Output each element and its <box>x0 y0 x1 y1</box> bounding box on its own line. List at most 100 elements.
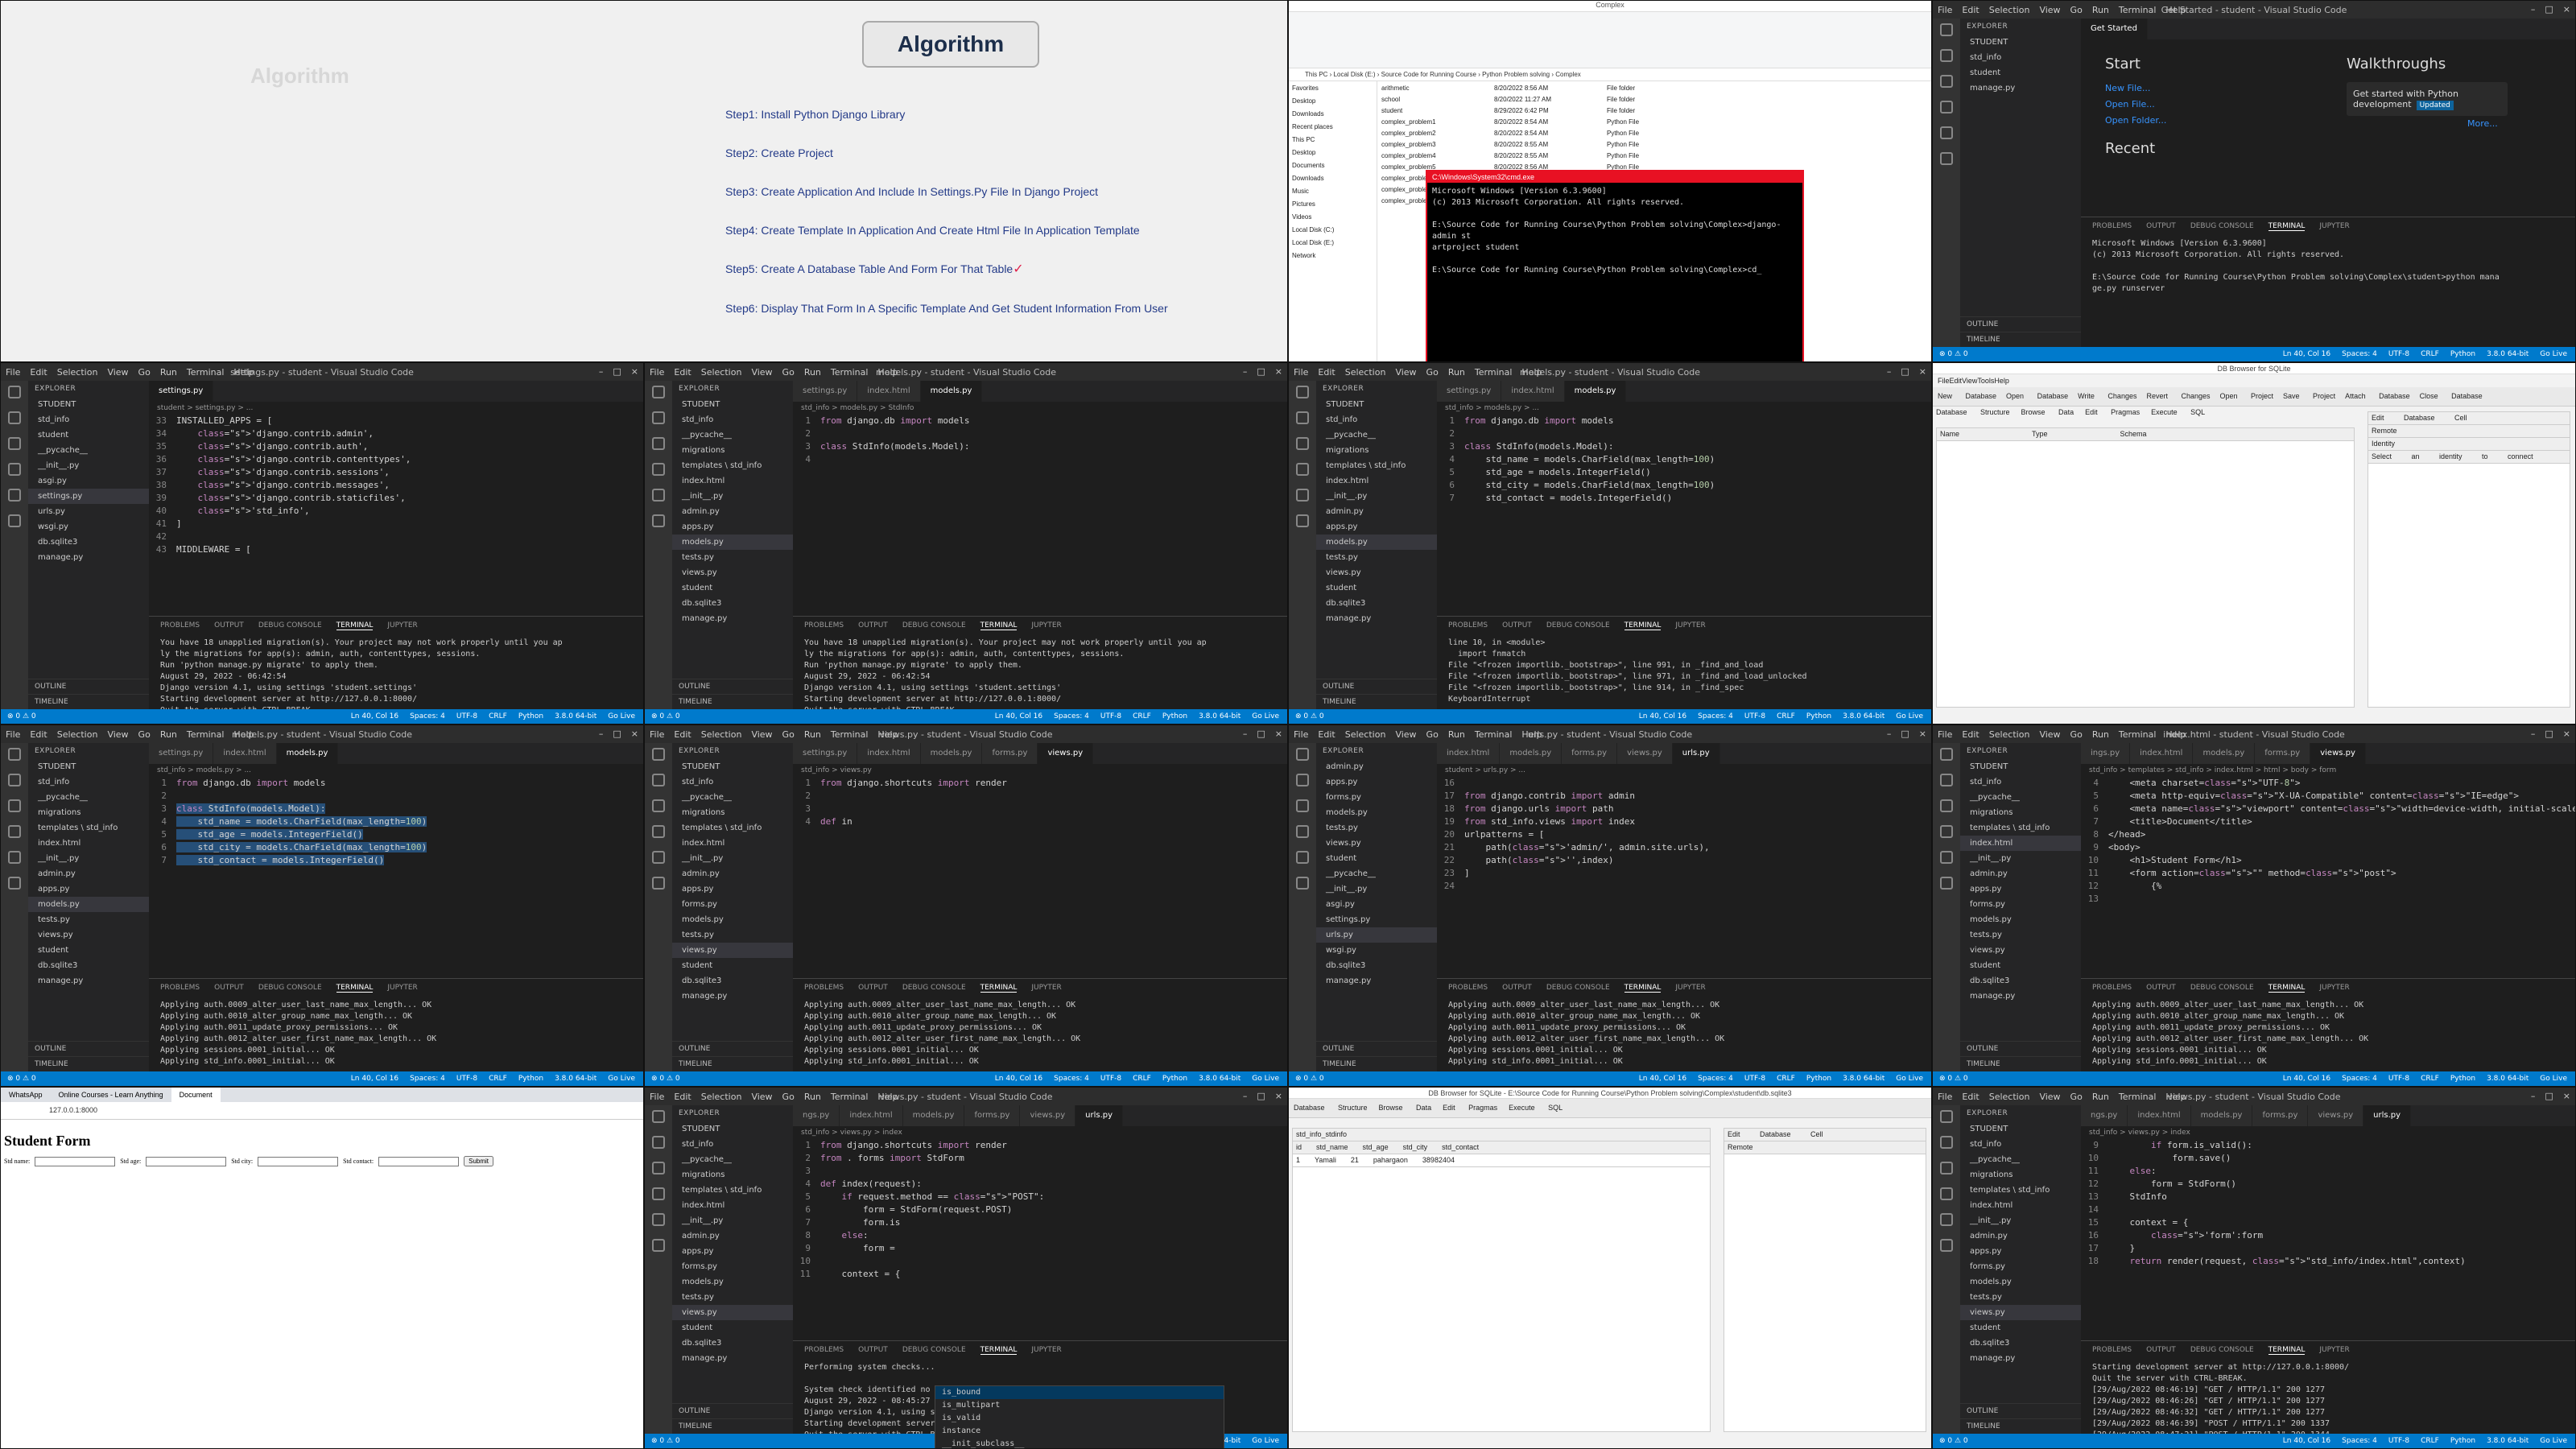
nav-item[interactable]: Desktop <box>1292 149 1373 162</box>
editor-tab[interactable]: forms.py <box>1562 743 1618 764</box>
status-item[interactable]: 3.8.0 64-bit <box>2487 350 2529 358</box>
tree-item[interactable]: urls.py <box>28 504 149 519</box>
maximize-icon[interactable]: □ <box>2545 1091 2553 1101</box>
files-icon[interactable] <box>652 386 665 398</box>
tree-item[interactable]: manage.py <box>672 989 793 1004</box>
status-item[interactable]: Go Live <box>1252 1075 1279 1083</box>
search-icon[interactable] <box>1940 49 1953 62</box>
search-icon[interactable] <box>8 774 21 786</box>
db-menu-item[interactable]: Tools <box>1977 377 1994 385</box>
file-row[interactable]: complex_problem3 8/20/2022 8:55 AM Python … <box>1381 141 1655 152</box>
status-item[interactable]: Ln 40, Col 16 <box>995 1075 1042 1083</box>
editor-tab[interactable]: ings.py <box>2081 743 2131 764</box>
status-item[interactable]: Go Live <box>608 1075 635 1083</box>
status-item[interactable]: 3.8.0 64-bit <box>1199 712 1241 720</box>
panel-tab[interactable]: OUTPUT <box>1502 621 1532 630</box>
status-item[interactable]: Go Live <box>1896 1075 1923 1083</box>
minimize-icon[interactable]: – <box>599 729 604 739</box>
tree-item[interactable]: models.py <box>28 897 149 912</box>
tree-item[interactable]: wsgi.py <box>1316 943 1437 958</box>
maximize-icon[interactable]: □ <box>1901 729 1909 739</box>
menu-item[interactable]: Selection <box>1345 367 1386 378</box>
status-problems[interactable]: ⊗ 0 ⚠ 0 <box>651 1437 680 1445</box>
menu-item[interactable]: View <box>2039 729 2060 740</box>
browser-tab[interactable]: WhatsApp <box>1 1088 51 1102</box>
panel-tab[interactable]: DEBUG CONSOLE <box>1546 621 1610 630</box>
menu-item[interactable]: Edit <box>1962 1092 1979 1102</box>
panel-tab[interactable]: TERMINAL <box>980 1346 1018 1355</box>
maximize-icon[interactable]: □ <box>2545 729 2553 739</box>
tree-item[interactable]: settings.py <box>1316 912 1437 927</box>
editor-tab[interactable]: settings.py <box>149 743 214 764</box>
menu-item[interactable]: Go <box>782 729 795 740</box>
db2-cell[interactable]: pahargaon <box>1373 1156 1408 1164</box>
menu-item[interactable]: File <box>1938 1092 1952 1102</box>
extensions-icon[interactable] <box>1940 126 1953 139</box>
status-item[interactable]: Ln 40, Col 16 <box>1639 1075 1686 1083</box>
tree-item[interactable]: views.py <box>1316 836 1437 851</box>
menu-item[interactable]: Terminal <box>187 367 225 378</box>
menu-item[interactable]: Selection <box>1989 729 2030 740</box>
editor-tab[interactable]: index.html <box>857 743 921 764</box>
status-item[interactable]: Spaces: 4 <box>1054 712 1089 720</box>
timeline-section[interactable]: TIMELINE <box>1316 694 1437 709</box>
tree-item[interactable]: tests.py <box>672 550 793 565</box>
panel-tab[interactable]: PROBLEMS <box>2092 222 2132 230</box>
files-icon[interactable] <box>8 748 21 761</box>
editor-tab[interactable]: ngs.py <box>793 1105 840 1126</box>
source-control-icon[interactable] <box>1296 437 1309 450</box>
tree-item[interactable]: tests.py <box>672 1290 793 1305</box>
editor-tab[interactable]: forms.py <box>964 1105 1021 1126</box>
menu-item[interactable]: Terminal <box>1475 729 1513 740</box>
run-debug-icon[interactable] <box>652 1187 665 1200</box>
editor-tab[interactable]: models.py <box>2190 1105 2253 1126</box>
tree-item[interactable]: forms.py <box>1316 790 1437 805</box>
menu-item[interactable]: Help <box>2165 729 2186 740</box>
tree-item[interactable]: views.py <box>672 943 793 958</box>
status-item[interactable]: 3.8.0 64-bit <box>1843 1075 1885 1083</box>
menu-item[interactable]: Edit <box>1318 729 1335 740</box>
testing-icon[interactable] <box>652 1239 665 1252</box>
tree-item[interactable]: __pycache__ <box>1960 790 2081 805</box>
menu-item[interactable]: Help <box>877 729 898 740</box>
tree-item[interactable]: __pycache__ <box>28 790 149 805</box>
status-item[interactable]: Spaces: 4 <box>410 712 445 720</box>
tree-item[interactable]: std_info <box>1960 774 2081 790</box>
status-item[interactable]: Ln 40, Col 16 <box>2283 1437 2330 1445</box>
tree-item[interactable]: migrations <box>1960 1167 2081 1183</box>
panel-tab[interactable]: JUPYTER <box>1675 984 1705 992</box>
timeline-section[interactable]: TIMELINE <box>1960 332 2081 347</box>
tree-item[interactable]: apps.py <box>672 1244 793 1259</box>
db-tab[interactable]: Execute SQL <box>2151 408 2205 416</box>
editor-tab[interactable]: forms.py <box>2255 743 2311 764</box>
tree-item[interactable]: db.sqlite3 <box>672 596 793 611</box>
editor-tab[interactable]: forms.py <box>982 743 1038 764</box>
tree-item[interactable]: views.py <box>672 1305 793 1320</box>
db2-tab[interactable]: Edit Pragmas <box>1443 1104 1497 1112</box>
timeline-section[interactable]: TIMELINE <box>1316 1056 1437 1071</box>
menu-item[interactable]: Help <box>2165 5 2186 15</box>
panel-tab[interactable]: TERMINAL <box>2268 222 2306 231</box>
tree-item[interactable]: STUDENT <box>1960 1121 2081 1137</box>
menu-item[interactable]: Run <box>160 367 177 378</box>
minimize-icon[interactable]: – <box>599 366 604 377</box>
tree-item[interactable]: views.py <box>28 927 149 943</box>
extensions-icon[interactable] <box>652 489 665 502</box>
source-control-icon[interactable] <box>8 799 21 812</box>
menu-item[interactable]: File <box>1294 367 1308 378</box>
tree-item[interactable]: models.py <box>1960 1274 2081 1290</box>
menu-item[interactable]: View <box>2039 5 2060 15</box>
db-tool-button[interactable]: Open Database <box>2006 392 2068 400</box>
tree-item[interactable]: apps.py <box>672 519 793 535</box>
menu-item[interactable]: Selection <box>1989 5 2030 15</box>
tree-item[interactable]: tests.py <box>1316 550 1437 565</box>
panel-tab[interactable]: JUPYTER <box>2319 984 2349 992</box>
tree-item[interactable]: __pycache__ <box>672 427 793 443</box>
close-icon[interactable]: × <box>2563 4 2570 14</box>
menu-item[interactable]: Terminal <box>831 1092 869 1102</box>
tree-item[interactable]: migrations <box>28 805 149 820</box>
close-icon[interactable]: × <box>2563 1091 2570 1101</box>
tree-item[interactable]: db.sqlite3 <box>672 973 793 989</box>
editor-tab[interactable]: models.py <box>1564 381 1627 402</box>
source-control-icon[interactable] <box>1940 75 1953 88</box>
